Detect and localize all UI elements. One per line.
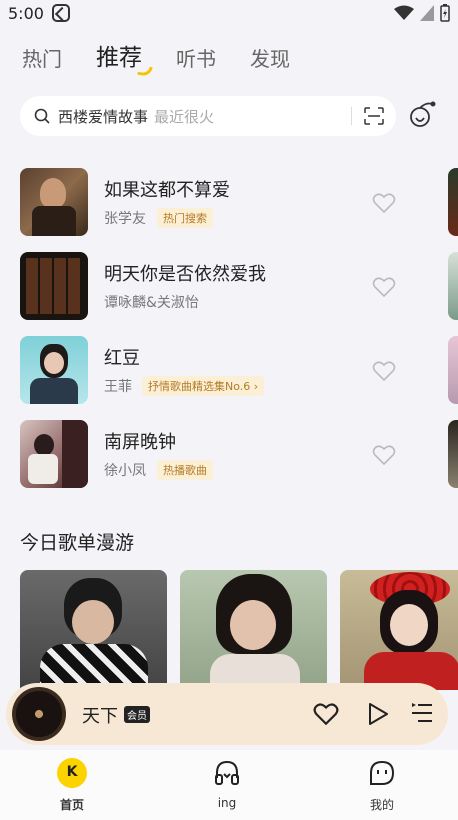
song-tag: 热门搜索 <box>157 208 213 228</box>
song-tag[interactable]: 抒情歌曲精选集No.6 › <box>142 376 265 396</box>
nav-ing-label: ing <box>217 796 237 810</box>
top-tabs: 热门 推荐 听书 发现 <box>22 38 290 78</box>
song-cover <box>20 336 88 404</box>
tab-audiobook[interactable]: 听书 <box>176 43 216 72</box>
heart-icon[interactable] <box>372 276 396 298</box>
nav-mine[interactable]: 我的 <box>352 758 412 813</box>
heart-icon[interactable] <box>372 444 396 466</box>
nav-ing[interactable]: ing <box>197 758 257 810</box>
song-artist: 张学友 <box>104 211 146 227</box>
section-title: 今日歌单漫游 <box>20 532 135 554</box>
song-title: 南屏晚钟 <box>104 432 176 453</box>
song-artist: 徐小凤 <box>104 463 146 479</box>
search-divider <box>351 107 352 125</box>
search-icon <box>34 108 50 124</box>
play-icon[interactable] <box>367 702 389 726</box>
tab-recommend-label: 推荐 <box>96 45 142 71</box>
playlist-queue-icon[interactable] <box>410 702 434 724</box>
tab-discover[interactable]: 发现 <box>250 43 290 72</box>
song-artist: 谭咏麟&关淑怡 <box>104 295 199 311</box>
signal-icon <box>420 5 434 21</box>
search-query-text: 西楼爱情故事 <box>58 107 149 126</box>
song-title: 红豆 <box>104 348 140 369</box>
mini-player[interactable]: 天下 会员 <box>6 683 448 745</box>
profile-icon <box>370 760 395 785</box>
nav-home[interactable]: 首页 <box>42 758 102 813</box>
vip-badge: 会员 <box>124 706 150 723</box>
headphones-icon <box>215 760 239 785</box>
search-hint-text: 最近很火 <box>154 107 215 126</box>
battery-icon <box>440 4 450 22</box>
nav-mine-label: 我的 <box>369 798 394 812</box>
wifi-icon <box>394 5 414 20</box>
song-cover <box>20 168 88 236</box>
scan-icon[interactable] <box>364 107 384 125</box>
nav-home-label: 首页 <box>59 798 84 812</box>
song-tag: 热播歌曲 <box>157 460 213 480</box>
next-page-cover[interactable] <box>448 420 458 488</box>
tab-hot[interactable]: 热门 <box>22 43 62 72</box>
next-page-cover[interactable] <box>448 336 458 404</box>
status-indicators <box>394 4 450 22</box>
song-row[interactable]: 如果这都不算爱 张学友 热门搜索 <box>20 168 440 238</box>
heart-icon[interactable] <box>372 360 396 382</box>
status-bar: 5:00 <box>0 0 458 26</box>
song-row[interactable]: 南屏晚钟 徐小凤 热播歌曲 <box>20 420 440 490</box>
song-row[interactable]: 红豆 王菲 抒情歌曲精选集No.6 › <box>20 336 440 406</box>
next-page-cover[interactable] <box>448 168 458 236</box>
next-page-cover[interactable] <box>448 252 458 320</box>
bottom-nav: 首页 ing 我的 <box>0 750 458 820</box>
status-time: 5:00 <box>8 3 44 23</box>
tab-recommend[interactable]: 推荐 <box>96 38 153 78</box>
playlist-carousel <box>20 570 458 690</box>
active-tab-indicator <box>137 64 153 78</box>
now-playing-title: 天下 <box>82 706 118 727</box>
song-row[interactable]: 明天你是否依然爱我 谭咏麟&关淑怡 <box>20 252 440 322</box>
voice-search-icon[interactable] <box>404 98 438 134</box>
song-title: 如果这都不算爱 <box>104 180 230 201</box>
song-cover <box>20 252 88 320</box>
song-cover <box>20 420 88 488</box>
heart-icon[interactable] <box>372 192 396 214</box>
song-title: 明天你是否依然爱我 <box>104 264 266 285</box>
playlist-card[interactable] <box>180 570 327 690</box>
heart-icon[interactable] <box>313 702 339 726</box>
playlist-card[interactable] <box>340 570 458 690</box>
playlist-card[interactable] <box>20 570 167 690</box>
search-bar[interactable]: 西楼爱情故事 最近很火 <box>20 96 396 136</box>
album-disc[interactable] <box>12 687 66 741</box>
home-icon <box>57 758 87 788</box>
song-artist: 王菲 <box>104 379 132 395</box>
app-notification-icon <box>51 4 70 22</box>
